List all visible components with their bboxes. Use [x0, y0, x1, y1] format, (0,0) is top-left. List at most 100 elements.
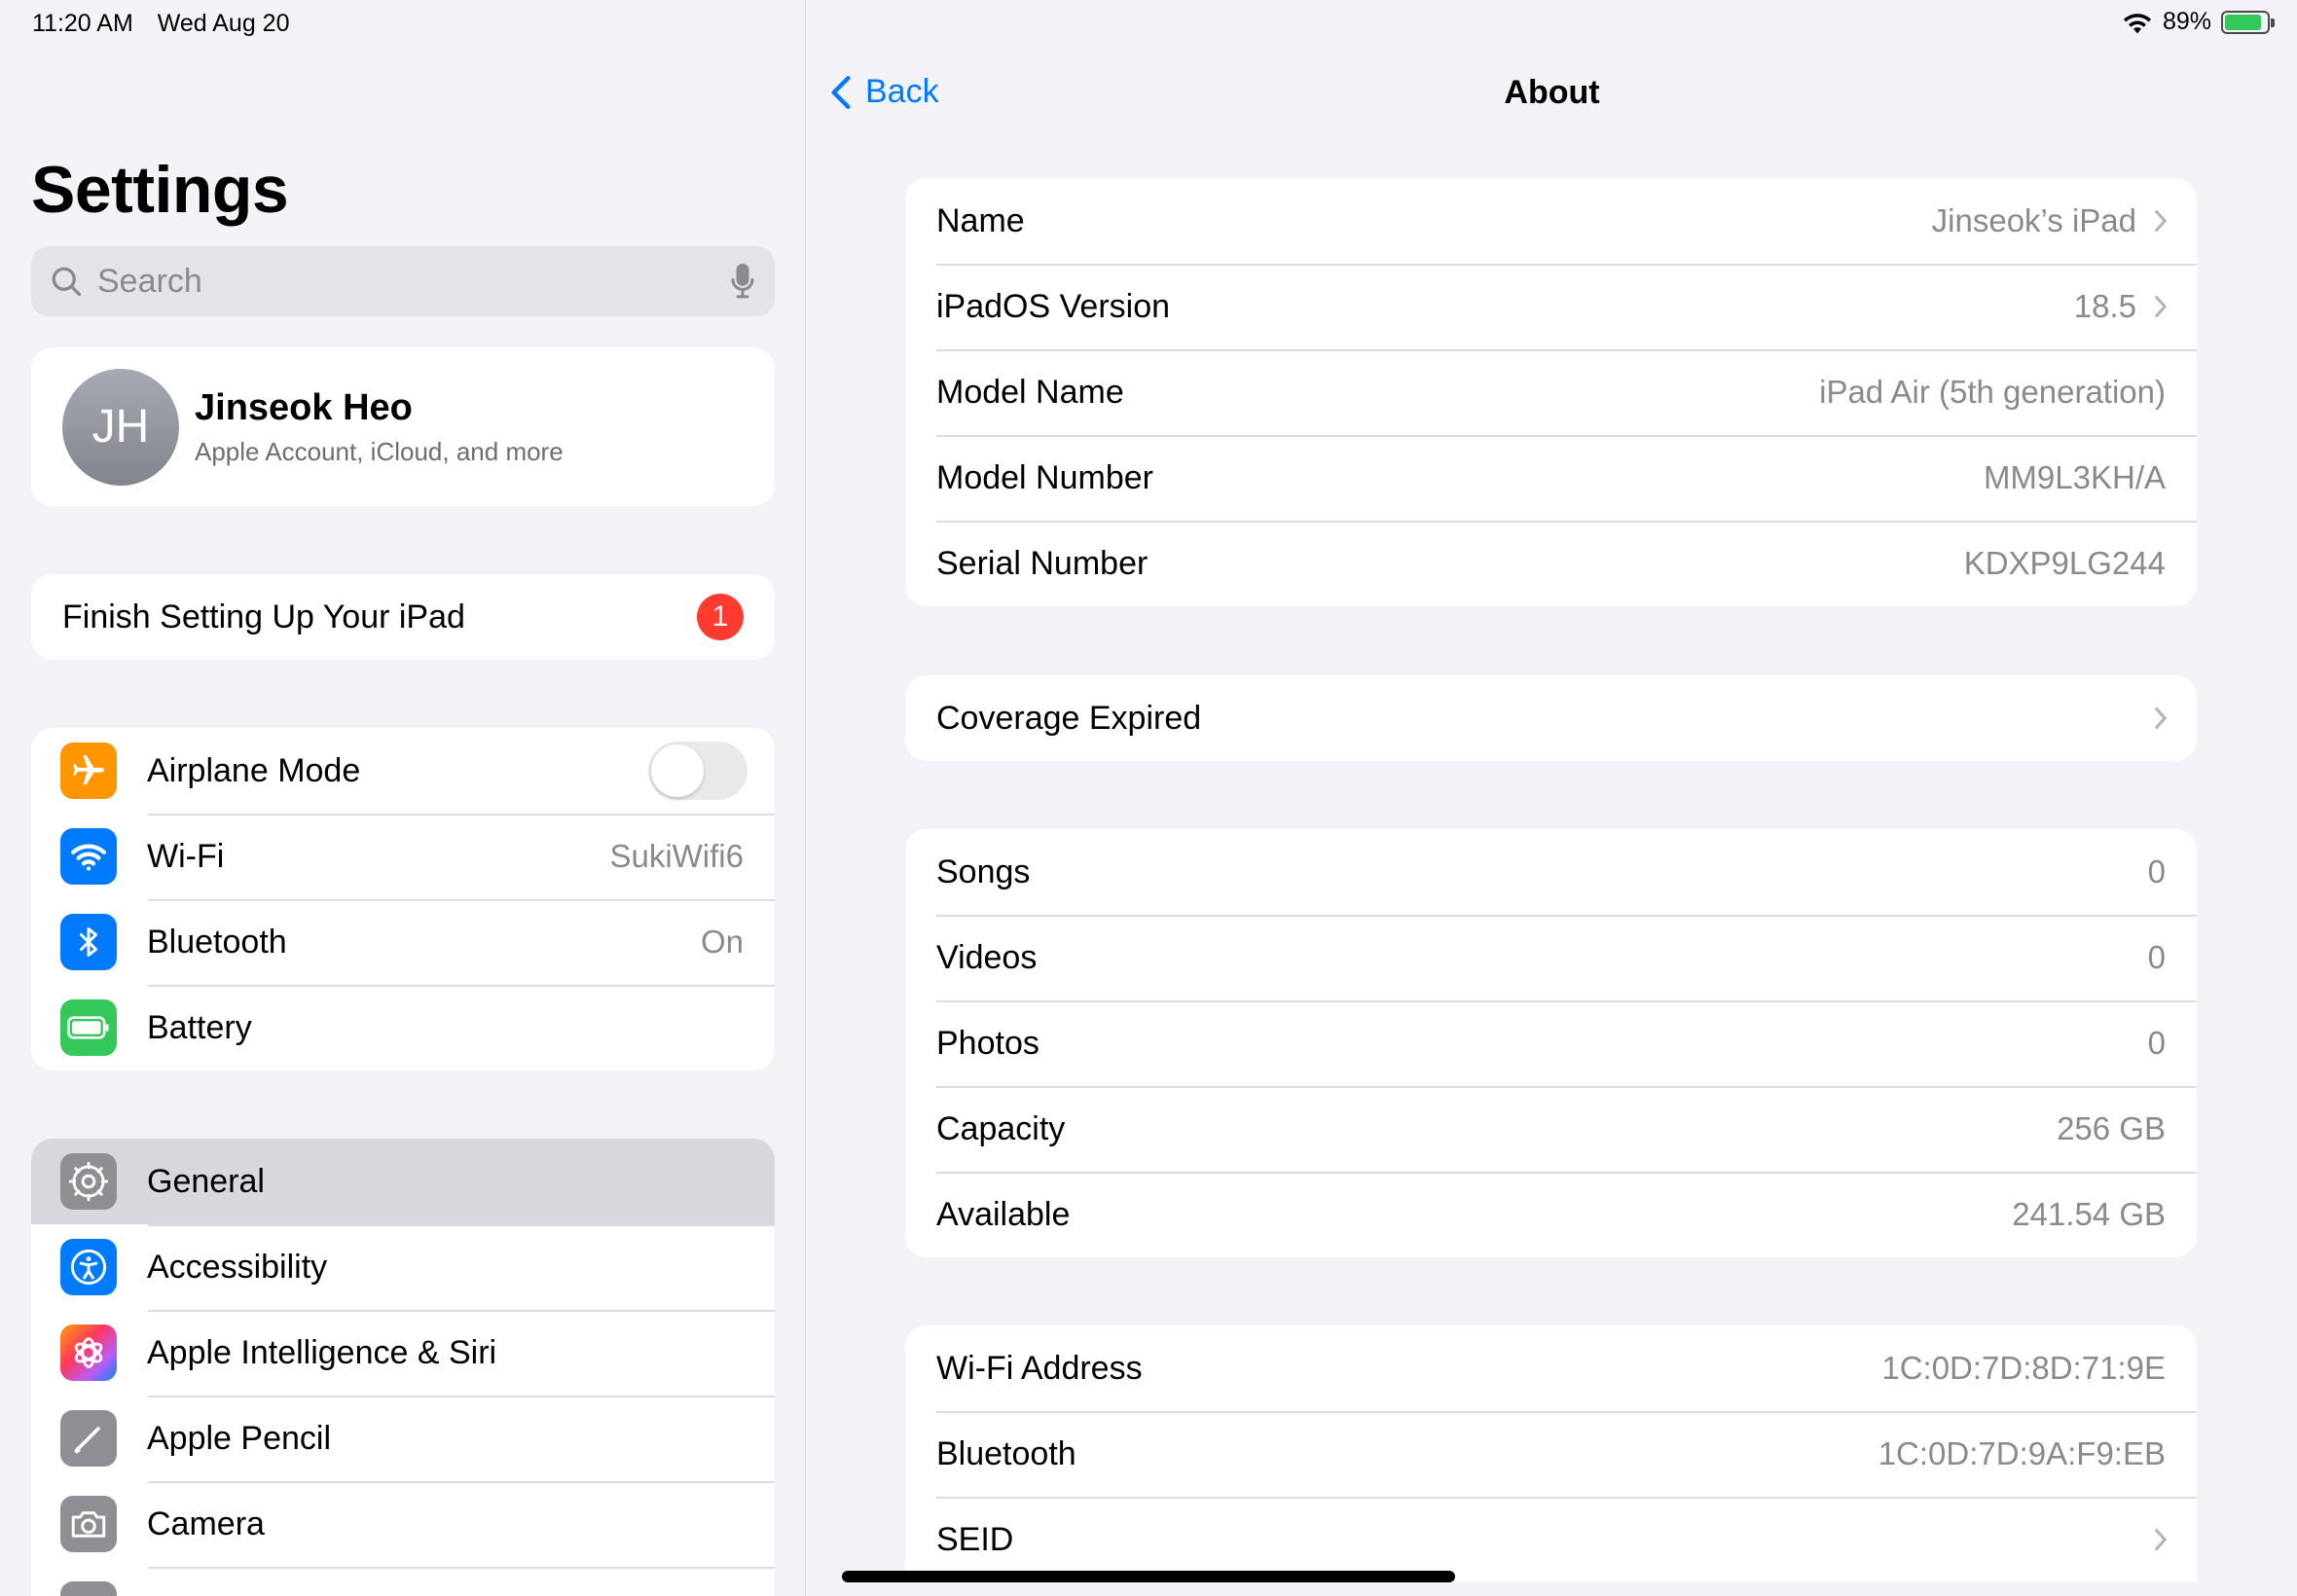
sidebar-item-wifi[interactable]: Wi-Fi SukiWifi6	[31, 814, 775, 899]
chevron-right-icon	[2154, 209, 2168, 233]
chevron-right-icon	[2154, 1528, 2168, 1551]
gear-icon	[60, 1153, 117, 1210]
sidebar-item-partial[interactable]	[31, 1567, 775, 1596]
row-label: SEID	[936, 1520, 1014, 1558]
general-group: General Accessibility Apple Intelligence…	[31, 1139, 775, 1596]
battery-icon	[60, 999, 117, 1056]
wifi-network-value: SukiWifi6	[609, 838, 744, 874]
row-label: Photos	[936, 1024, 1039, 1062]
sidebar-item-battery[interactable]: Battery	[31, 985, 775, 1070]
row-label: Wi-Fi Address	[936, 1349, 1143, 1387]
row-value: 0	[2147, 1025, 2166, 1061]
row-value: 1C:0D:7D:9A:F9:EB	[1878, 1435, 2166, 1471]
chevron-right-icon	[2154, 295, 2168, 318]
sidebar-item-label: Battery	[147, 1008, 252, 1046]
sidebar-item-label: Camera	[147, 1505, 265, 1542]
status-time-date: 11:20 AM Wed Aug 20	[32, 10, 308, 38]
bluetooth-status-value: On	[700, 924, 744, 960]
row-label: Capacity	[936, 1109, 1066, 1147]
row-label: Model Name	[936, 373, 1124, 411]
sidebar-item-label: Bluetooth	[147, 923, 287, 961]
available-row: Available 241.54 GB	[905, 1172, 2197, 1257]
notification-badge: 1	[697, 594, 744, 640]
row-label: Songs	[936, 852, 1031, 890]
row-value: iPad Air (5th generation)	[1819, 374, 2166, 410]
chevron-right-icon	[2154, 707, 2168, 730]
serial-number-row: Serial Number KDXP9LG244	[905, 521, 2197, 606]
search-input[interactable]: Search	[31, 246, 775, 316]
finish-setup-label: Finish Setting Up Your iPad	[62, 598, 465, 635]
airplane-icon	[60, 743, 117, 799]
sidebar-item-label: General	[147, 1162, 265, 1200]
status-time: 11:20 AM	[32, 10, 133, 37]
settings-sidebar: 11:20 AM Wed Aug 20 Settings Search JH J…	[0, 0, 806, 1596]
row-value: 1C:0D:7D:8D:71:9E	[1881, 1350, 2166, 1386]
sidebar-item-airplane-mode[interactable]: Airplane Mode	[31, 728, 775, 814]
apple-account-card[interactable]: JH Jinseok Heo Apple Account, iCloud, an…	[31, 347, 775, 506]
row-value: Jinseok’s iPad	[1931, 202, 2136, 238]
pencil-icon	[60, 1410, 117, 1467]
sidebar-item-bluetooth[interactable]: Bluetooth On	[31, 899, 775, 985]
row-label: iPadOS Version	[936, 287, 1171, 325]
media-storage-group: Songs 0 Videos 0 Photos 0 Capacity 256 G…	[905, 829, 2197, 1257]
device-info-group: Name Jinseok’s iPad iPadOS Version 18.5 …	[905, 178, 2197, 606]
songs-row: Songs 0	[905, 829, 2197, 915]
sidebar-item-general[interactable]: General	[31, 1139, 775, 1224]
sidebar-item-label: Apple Intelligence & Siri	[147, 1333, 497, 1371]
row-label: Serial Number	[936, 544, 1148, 582]
row-value: 18.5	[2073, 288, 2136, 324]
row-label: Available	[936, 1195, 1071, 1233]
wifi-address-row: Wi-Fi Address 1C:0D:7D:8D:71:9E	[905, 1325, 2197, 1411]
photos-row: Photos 0	[905, 1000, 2197, 1086]
bluetooth-address-row: Bluetooth 1C:0D:7D:9A:F9:EB	[905, 1411, 2197, 1497]
profile-subtitle: Apple Account, iCloud, and more	[195, 436, 564, 466]
ipad-screen: 11:20 AM Wed Aug 20 Settings Search JH J…	[0, 0, 2297, 1596]
sidebar-item-apple-intelligence-siri[interactable]: Apple Intelligence & Siri	[31, 1310, 775, 1396]
airplane-mode-toggle[interactable]	[648, 742, 747, 800]
row-label: Videos	[936, 938, 1038, 976]
ipados-version-row[interactable]: iPadOS Version 18.5	[905, 264, 2197, 349]
search-placeholder: Search	[97, 262, 202, 300]
sidebar-item-label: Airplane Mode	[147, 751, 361, 789]
row-label: Coverage Expired	[936, 699, 1202, 737]
status-date: Wed Aug 20	[157, 10, 290, 37]
search-icon	[52, 267, 82, 297]
camera-icon	[60, 1496, 117, 1552]
wifi-icon	[60, 828, 117, 885]
row-value: 256 GB	[2057, 1110, 2166, 1146]
row-label: Model Number	[936, 458, 1153, 496]
avatar: JH	[62, 368, 179, 486]
sidebar-item-label: Accessibility	[147, 1248, 328, 1286]
microphone-icon[interactable]	[728, 262, 757, 301]
row-value: 0	[2147, 853, 2166, 889]
page-title: Settings	[31, 153, 289, 227]
status-indicators: 89%	[2122, 8, 2275, 36]
about-detail-pane: 89% Back About Name Jinseok’s iPad iPadO…	[807, 0, 2297, 1596]
name-row[interactable]: Name Jinseok’s iPad	[905, 178, 2197, 264]
capacity-row: Capacity 256 GB	[905, 1086, 2197, 1172]
coverage-row[interactable]: Coverage Expired	[905, 675, 2197, 761]
control-center-icon	[60, 1581, 117, 1596]
row-value: KDXP9LG244	[1963, 545, 2166, 581]
nav-title: About	[1504, 74, 1600, 111]
home-indicator[interactable]	[842, 1571, 1455, 1582]
row-label: Bluetooth	[936, 1434, 1076, 1472]
bluetooth-icon	[60, 914, 117, 970]
battery-percentage: 89%	[2162, 8, 2211, 35]
model-number-row[interactable]: Model Number MM9L3KH/A	[905, 435, 2197, 521]
row-value: 0	[2147, 939, 2166, 975]
sidebar-item-label: Apple Pencil	[147, 1419, 332, 1457]
sidebar-item-apple-pencil[interactable]: Apple Pencil	[31, 1396, 775, 1481]
coverage-group: Coverage Expired	[905, 675, 2197, 761]
sidebar-item-accessibility[interactable]: Accessibility	[31, 1224, 775, 1310]
finish-setup-row[interactable]: Finish Setting Up Your iPad 1	[31, 574, 775, 660]
wifi-status-icon	[2123, 13, 2151, 33]
seid-row[interactable]: SEID	[905, 1497, 2197, 1582]
sidebar-item-camera[interactable]: Camera	[31, 1481, 775, 1567]
videos-row: Videos 0	[905, 915, 2197, 1000]
row-value: 241.54 GB	[2012, 1196, 2166, 1232]
battery-status-icon	[2221, 10, 2275, 34]
profile-name: Jinseok Heo	[195, 386, 413, 428]
apple-intelligence-icon	[60, 1324, 117, 1381]
network-addresses-group: Wi-Fi Address 1C:0D:7D:8D:71:9E Bluetoot…	[905, 1325, 2197, 1582]
